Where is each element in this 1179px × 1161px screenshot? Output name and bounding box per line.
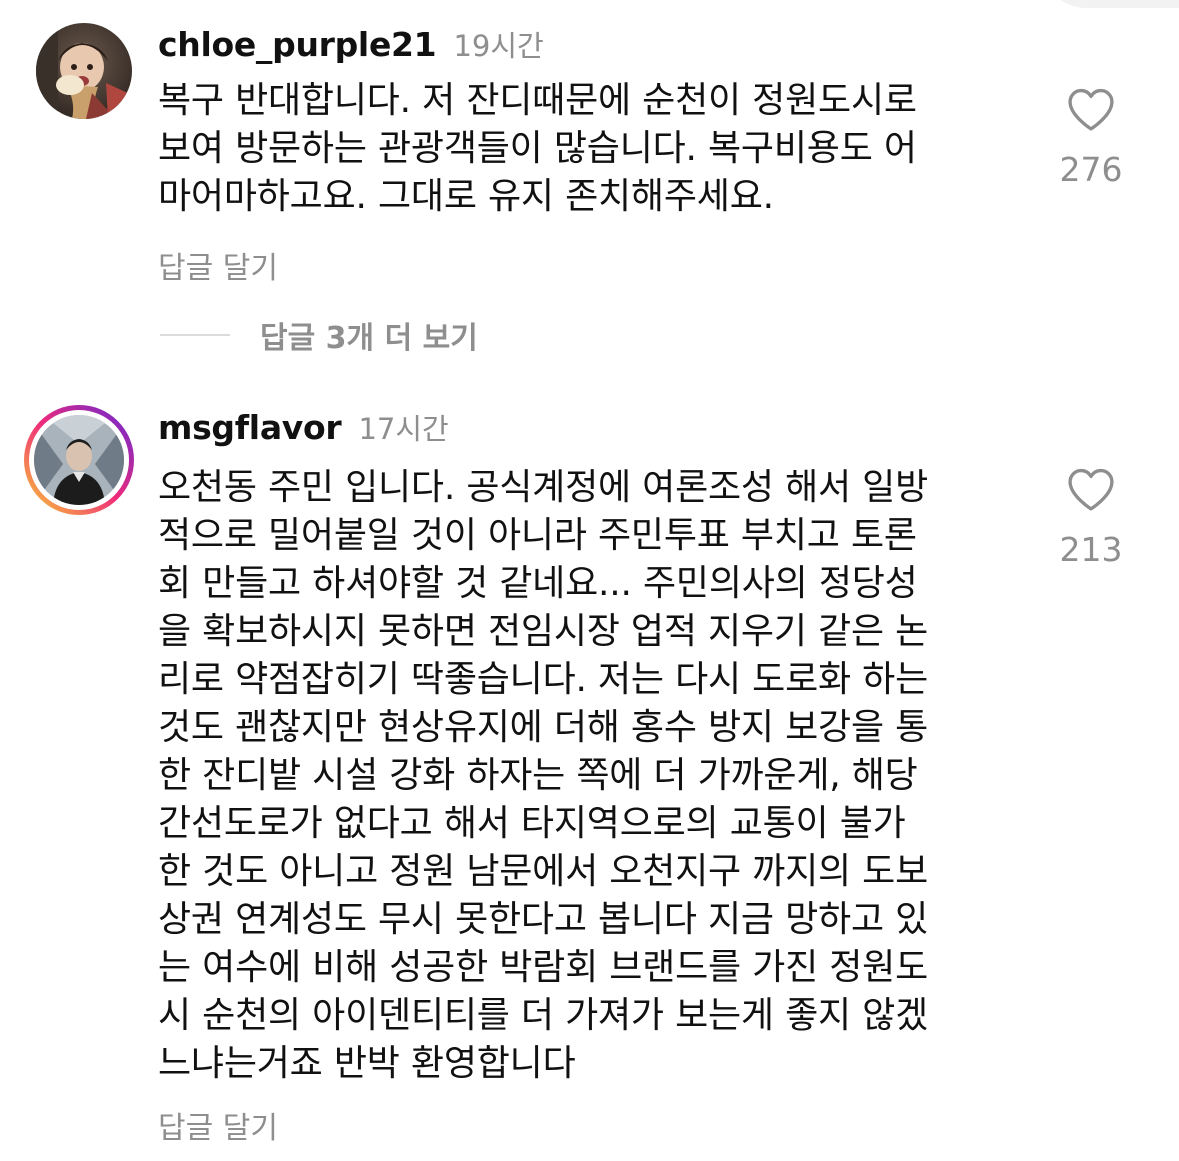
story-ring-avatar-icon — [24, 405, 134, 515]
view-replies-label: 답글 3개 더 보기 — [260, 321, 478, 356]
heart-icon[interactable] — [1065, 466, 1117, 512]
comment-line: 것도 괜찮지만 현상유지에 더해 홍수 방지 보강을 통 — [158, 707, 929, 748]
comment-header: msgflavor 17시간 — [158, 406, 449, 448]
avatar-photo-icon — [36, 23, 132, 119]
comment-header: chloe_purple21 19시간 — [158, 23, 544, 65]
comment-line: 느냐는거죠 반박 환영합니다 — [158, 1043, 576, 1084]
avatar[interactable] — [23, 404, 135, 516]
comment-line: 회 만들고 하셔야할 것 같네요... 주민의사의 정당성 — [158, 563, 918, 604]
like-count: 213 — [1059, 530, 1123, 569]
comment-body: 오천동 주민 입니다. 공식계정에 여론조성 해서 일방 적으로 밀어붙일 것이… — [158, 464, 1018, 1088]
like-count: 276 — [1059, 150, 1123, 189]
comment-line: 한 것도 아니고 정원 남문에서 오천지구 까지의 도보 — [158, 851, 929, 892]
comment-line: 는 여수에 비해 성공한 박람회 브랜드를 가진 정원도 — [158, 947, 929, 988]
comment-line: 리로 약점잡히기 딱좋습니다. 저는 다시 도로화 하는 — [158, 659, 929, 700]
heart-icon[interactable] — [1065, 86, 1117, 132]
username[interactable]: chloe_purple21 — [158, 25, 437, 64]
reply-button[interactable]: 답글 달기 — [158, 1103, 278, 1147]
timestamp: 17시간 — [358, 412, 449, 446]
comment-line: 마어마하고요. 그대로 유지 존치해주세요. — [158, 176, 774, 217]
like-area: 213 — [1051, 466, 1131, 569]
username[interactable]: msgflavor — [158, 408, 342, 447]
divider-line — [160, 334, 230, 336]
like-area: 276 — [1051, 86, 1131, 189]
comment-line: 복구 반대합니다. 저 잔디때문에 순천이 정원도시로 — [158, 80, 917, 121]
comment-line: 적으로 밀어붙일 것이 아니라 주민투표 부치고 토론 — [158, 515, 917, 556]
comment-line: 상권 연계성도 무시 못한다고 봅니다 지금 망하고 있 — [158, 899, 929, 940]
corner-decoration — [1039, 0, 1179, 8]
comment-line: 시 순천의 아이덴티티를 더 가져가 보는게 좋지 않겠 — [158, 995, 929, 1036]
view-replies-button[interactable]: 답글 3개 더 보기 — [160, 313, 478, 357]
comment-line: 보여 방문하는 관광객들이 많습니다. 복구비용도 어 — [158, 128, 917, 169]
avatar[interactable] — [36, 23, 132, 119]
comment-line: 을 확보하시지 못하면 전임시장 업적 지우기 같은 논 — [158, 611, 929, 652]
timestamp: 19시간 — [453, 29, 544, 63]
comment-line: 간선도로가 없다고 해서 타지역으로의 교통이 불가 — [158, 803, 906, 844]
reply-button[interactable]: 답글 달기 — [158, 243, 278, 287]
comment-line: 한 잔디밭 시설 강화 하자는 쪽에 더 가까운게, 해당 — [158, 755, 918, 796]
comment-body: 복구 반대합니다. 저 잔디때문에 순천이 정원도시로 보여 방문하는 관광객들… — [158, 77, 1018, 221]
comment-line: 오천동 주민 입니다. 공식계정에 여론조성 해서 일방 — [158, 467, 929, 508]
